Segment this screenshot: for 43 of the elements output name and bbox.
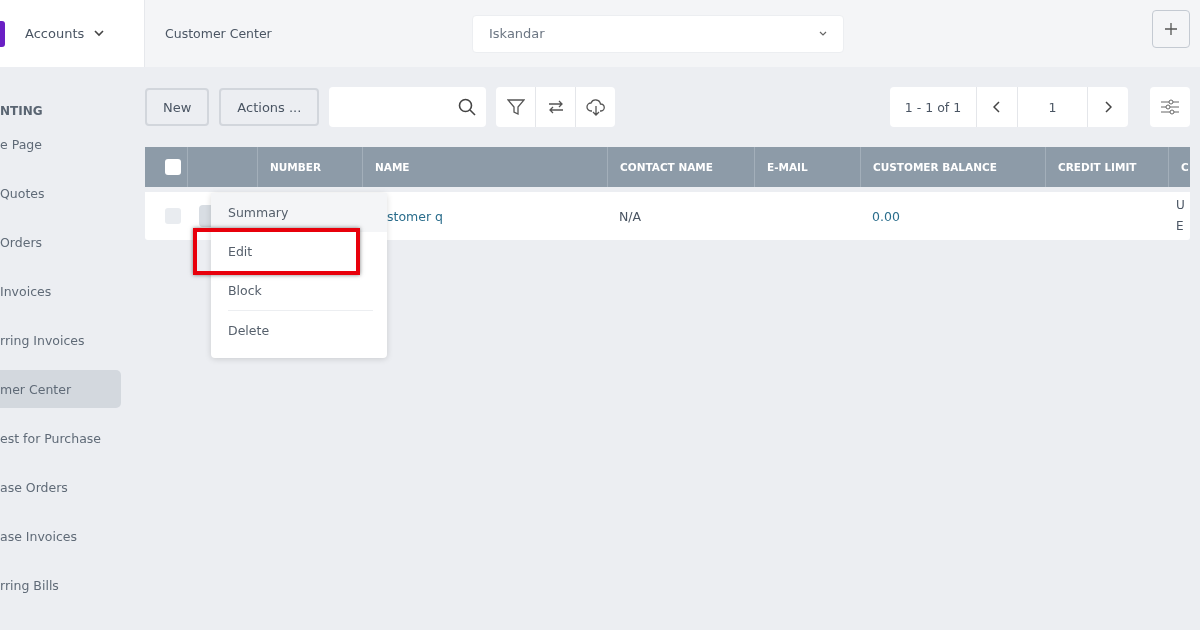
module-selector[interactable]: Accounts — [25, 26, 85, 41]
sidebar-item[interactable]: ase Invoices — [0, 517, 121, 555]
add-button[interactable] — [1152, 9, 1190, 48]
column-header[interactable]: C — [1181, 161, 1189, 173]
breadcrumb: Customer Center — [165, 26, 273, 41]
sidebar-item[interactable]: Quotes — [0, 174, 121, 212]
column-header[interactable]: CUSTOMER BALANCE — [873, 161, 997, 173]
table-cell: N/A — [619, 208, 642, 224]
search-field[interactable] — [329, 87, 487, 127]
sidebar-item[interactable]: Orders — [0, 223, 121, 261]
table-cell: 0.00 — [872, 208, 900, 224]
menu-item[interactable]: Block — [211, 271, 373, 310]
logo-icon — [0, 20, 5, 47]
new-button[interactable]: New — [145, 88, 210, 126]
column-header[interactable]: CREDIT LIMIT — [1058, 161, 1137, 173]
search-icon — [458, 98, 477, 116]
sidebar-item[interactable]: rring Invoices — [0, 321, 121, 359]
menu-item[interactable]: Summary — [211, 193, 387, 232]
plus-icon — [1165, 22, 1177, 35]
sidebar-heading: NTING — [0, 103, 44, 120]
company-dropdown[interactable]: Iskandar — [472, 14, 844, 53]
sidebar-item[interactable]: est for Purchase — [0, 419, 121, 457]
sidebar-item[interactable]: mer Center — [0, 370, 121, 408]
sidebar-item[interactable]: e Page — [0, 125, 121, 163]
column-header[interactable]: E-MAIL — [767, 161, 808, 173]
column-settings-icon[interactable] — [1150, 87, 1190, 127]
page-number-field[interactable]: 1 — [1018, 87, 1088, 127]
actions-button[interactable]: Actions ... — [219, 88, 320, 126]
menu-item[interactable]: Delete — [228, 310, 373, 350]
column-header[interactable]: CONTACT NAME — [620, 161, 713, 173]
sidebar-item[interactable]: ase Orders — [0, 468, 121, 506]
column-header[interactable]: NAME — [375, 161, 410, 173]
select-all-checkbox[interactable] — [165, 159, 181, 175]
chevron-down-icon — [819, 31, 827, 36]
sidebar-item[interactable]: rring Bills — [0, 566, 121, 604]
column-header[interactable]: NUMBER — [270, 161, 322, 173]
table-cell-text: E — [1176, 218, 1185, 235]
table-cell[interactable]: stomer q — [387, 208, 443, 224]
sidebar-item[interactable]: Invoices — [0, 272, 121, 310]
table-cell-text: U — [1176, 197, 1186, 214]
chevron-down-icon — [94, 30, 105, 37]
page-range: 1 - 1 of 1 — [890, 87, 977, 127]
menu-item[interactable]: Edit — [211, 232, 356, 271]
